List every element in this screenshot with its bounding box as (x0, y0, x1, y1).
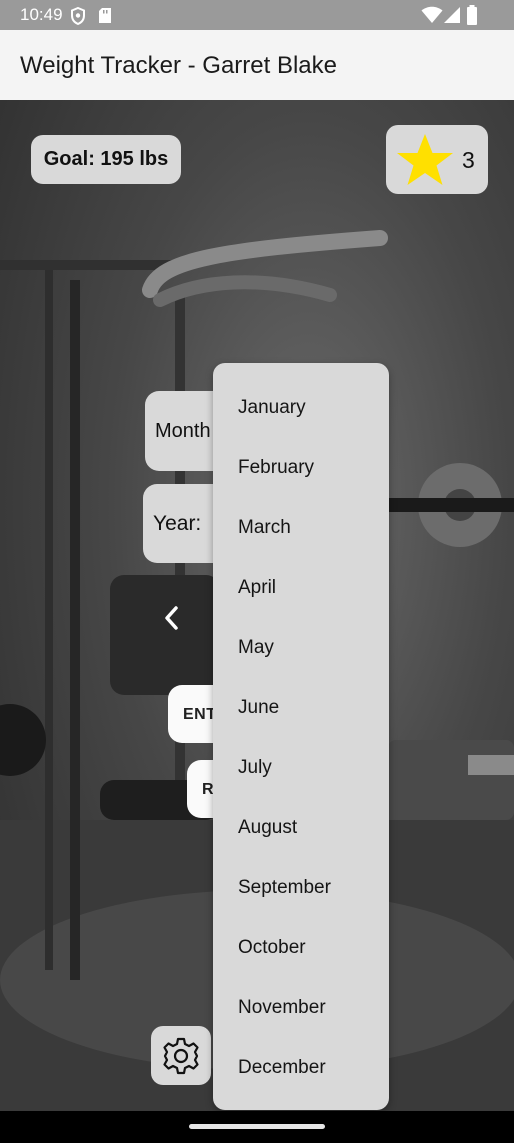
status-time: 10:49 (20, 5, 63, 24)
reset-button-label: R (202, 781, 214, 798)
gear-icon (163, 1037, 199, 1075)
chevron-left-icon[interactable] (160, 604, 184, 632)
year-label: Year: (153, 512, 202, 535)
month-option-december[interactable]: December (213, 1038, 389, 1098)
star-icon (397, 134, 453, 185)
month-option-february[interactable]: February (213, 438, 389, 498)
app-bar: Weight Tracker - Garret Blake (0, 30, 514, 100)
sd-card-icon (99, 8, 111, 23)
month-option-june[interactable]: June (213, 678, 389, 738)
month-option-november[interactable]: November (213, 978, 389, 1038)
month-option-march[interactable]: March (213, 498, 389, 558)
home-indicator[interactable] (189, 1124, 325, 1129)
enter-button-label: ENT (183, 706, 217, 723)
app-title: Weight Tracker - Garret Blake (20, 52, 337, 79)
shield-icon (71, 7, 85, 25)
signal-icon (444, 7, 460, 23)
settings-button[interactable] (151, 1026, 211, 1085)
navigation-bar (0, 1111, 514, 1143)
month-option-april[interactable]: April (213, 558, 389, 618)
month-option-january[interactable]: January (213, 378, 389, 438)
battery-icon (467, 5, 477, 25)
month-option-july[interactable]: July (213, 738, 389, 798)
month-label: Month (155, 420, 211, 442)
wifi-icon (421, 6, 443, 23)
status-bar: 10:49 (0, 0, 514, 30)
month-option-september[interactable]: September (213, 858, 389, 918)
goal-chip: Goal: 195 lbs (31, 135, 181, 184)
star-count: 3 (462, 147, 475, 173)
month-option-august[interactable]: August (213, 798, 389, 858)
month-option-may[interactable]: May (213, 618, 389, 678)
month-option-october[interactable]: October (213, 918, 389, 978)
star-badge[interactable]: 3 (386, 125, 488, 194)
month-dropdown-menu: January February March April May June Ju… (213, 363, 389, 1110)
